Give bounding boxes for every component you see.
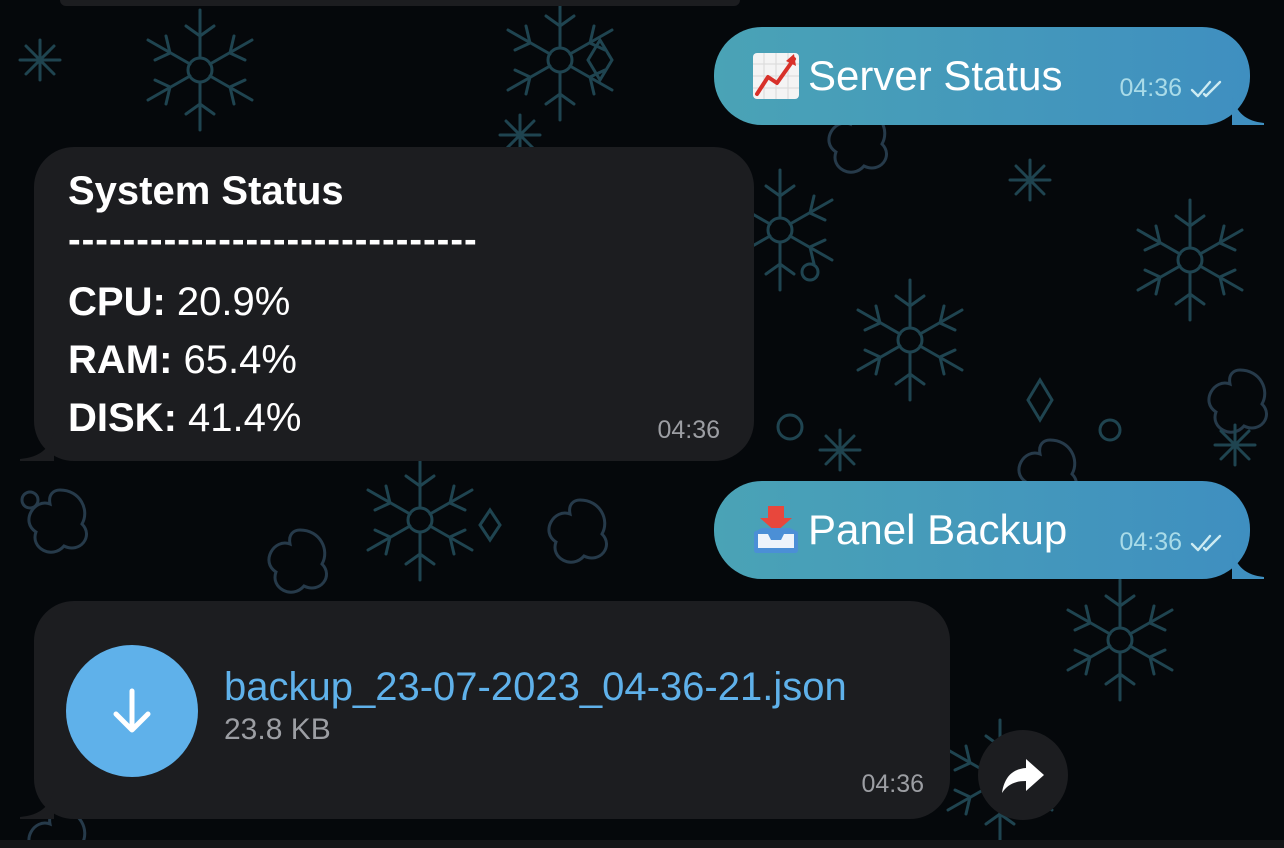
- message-time: 04:36: [657, 416, 720, 444]
- download-button[interactable]: [66, 645, 198, 777]
- file-size: 23.8 KB: [224, 713, 331, 746]
- bubble-tail: [1232, 95, 1264, 125]
- metric-cpu: CPU: 20.9%: [68, 273, 301, 331]
- metric-disk: DISK: 41.4%: [68, 389, 301, 447]
- read-checkmarks-icon: [1190, 534, 1222, 551]
- message-meta: 04:36: [1119, 74, 1224, 103]
- message-time: 04:36: [861, 770, 924, 798]
- bubble-tail: [20, 789, 54, 819]
- message-text: Server Status: [808, 52, 1063, 99]
- status-title: System Status: [68, 169, 344, 213]
- metric-value: 65.4%: [183, 338, 297, 382]
- outgoing-message-panel-backup[interactable]: Panel Backup 04:36: [714, 481, 1264, 579]
- read-checkmarks-icon: [1190, 80, 1222, 97]
- metric-value: 41.4%: [188, 396, 302, 440]
- metric-ram: RAM: 65.4%: [68, 331, 301, 389]
- metric-label: CPU:: [68, 280, 166, 324]
- bubble-tail: [1232, 549, 1264, 579]
- metric-label: RAM:: [68, 338, 173, 382]
- metric-label: DISK:: [68, 396, 177, 440]
- metrics-list: CPU: 20.9% RAM: 65.4% DISK: 41.4%: [68, 273, 301, 447]
- inbox-tray-icon: [754, 506, 798, 553]
- previous-message-edge: [60, 0, 740, 6]
- bottom-bar-edge: [0, 840, 1284, 848]
- forward-button[interactable]: [978, 730, 1068, 820]
- arrow-down-icon: [113, 688, 151, 733]
- file-name-link[interactable]: backup_23-07-2023_04-36-21.json: [224, 665, 847, 710]
- message-text: Panel Backup: [808, 506, 1068, 553]
- message-time: 04:36: [1119, 528, 1182, 556]
- incoming-message-system-status[interactable]: System Status --------------------------…: [20, 147, 754, 461]
- outgoing-message-server-status[interactable]: Server Status 04:36: [714, 27, 1264, 125]
- metric-value: 20.9%: [176, 280, 291, 324]
- chart-increasing-icon: [753, 53, 799, 99]
- status-divider: ------------------------------: [68, 219, 478, 261]
- message-meta: 04:36: [1119, 528, 1224, 557]
- message-time: 04:36: [1119, 74, 1182, 102]
- bubble-tail: [20, 431, 54, 461]
- incoming-message-file[interactable]: backup_23-07-2023_04-36-21.json 23.8 KB …: [20, 601, 950, 819]
- forward-arrow-icon: [1002, 759, 1044, 793]
